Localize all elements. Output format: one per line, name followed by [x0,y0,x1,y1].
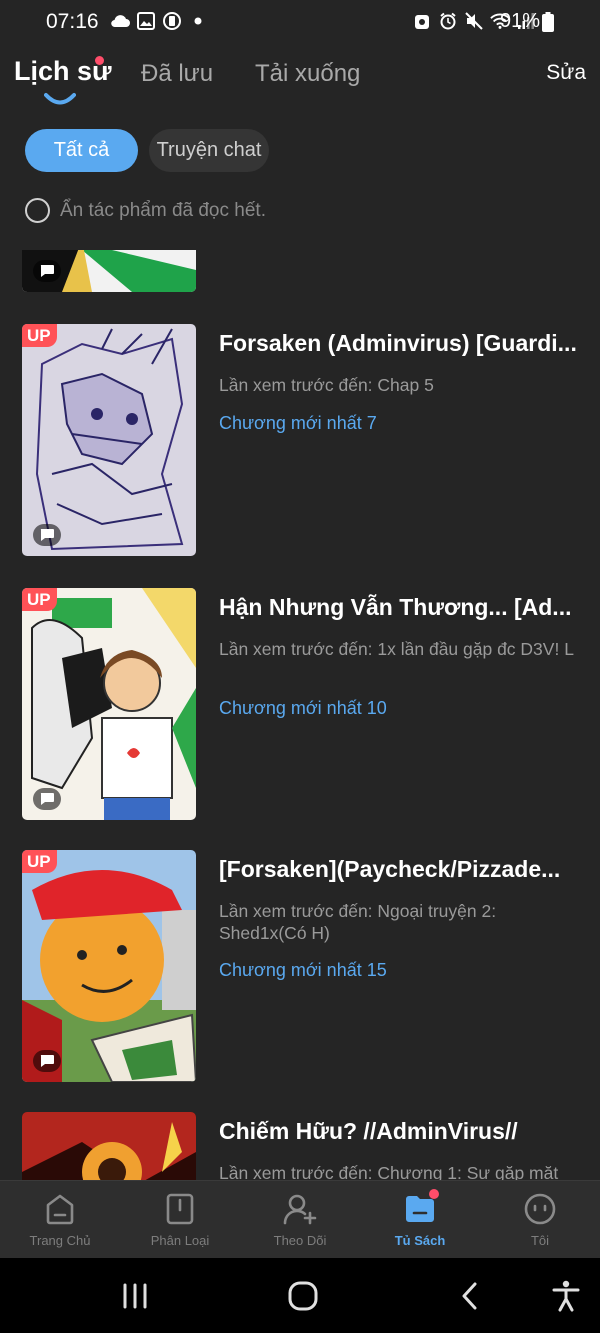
latest-chapter-link[interactable]: Chương mới nhất 15 [219,960,387,981]
follow-icon [240,1189,360,1229]
nav-home[interactable]: Trang Chủ [0,1189,120,1248]
item-title[interactable]: [Forsaken](Paycheck/Pizzade... [219,856,584,883]
hide-read-toggle[interactable]: Ẩn tác phẩm đã đọc hết. [25,198,266,223]
mute-icon [464,11,484,31]
home-icon [0,1189,120,1229]
nav-follow[interactable]: Theo Dõi [240,1189,360,1248]
notification-dot [95,56,104,65]
chat-bubble-icon [33,260,61,282]
nav-label: Tôi [530,1233,550,1248]
last-read: Lần xem trước đến: Chap 5 [219,375,434,395]
filter-chat-stories[interactable]: Truyện chat [149,129,269,172]
cover-image: UP [22,588,196,820]
chat-bubble-icon [33,788,61,810]
nav-label: Tủ Sách [394,1233,446,1248]
tab-active-indicator [44,93,76,105]
status-time: 07:16 [46,10,99,33]
latest-chapter-link[interactable]: Chương mới nhất 7 [219,413,377,434]
latest-chapter-link[interactable]: Chương mới nhất 10 [219,698,387,719]
dot-icon [188,11,208,31]
nav-profile[interactable]: Tôi [480,1189,600,1248]
item-title[interactable]: Chiếm Hữu? //AdminVirus// [219,1118,584,1145]
history-list[interactable]: UP Forsaken (Adminvirus) [Guardi... Lần … [0,250,600,1180]
chat-bubble-icon [33,1050,61,1072]
nav-label: Theo Dõi [273,1233,327,1248]
screenshot-icon [162,11,182,31]
chat-bubble-icon [33,524,61,546]
battery-icon [542,12,554,37]
up-badge: UP [22,588,57,611]
bottom-navigation: Trang Chủ Phân Loại Theo Dõi Tủ Sách Tôi [0,1180,600,1258]
category-icon [120,1189,240,1229]
hide-read-label: Ẩn tác phẩm đã đọc hết. [60,199,266,221]
nav-category[interactable]: Phân Loại [120,1189,240,1248]
profile-icon [480,1189,600,1229]
list-item[interactable]: UP [Forsaken](Paycheck/Pizzade... Lần xe… [0,850,600,1082]
up-badge: UP [22,324,57,347]
recent-apps-icon[interactable] [115,1278,155,1314]
item-title[interactable]: Hận Nhưng Vẫn Thương... [Ad... [219,594,584,621]
gallery-icon [136,11,156,31]
back-icon[interactable] [450,1278,490,1314]
cover-image: UP [22,324,196,556]
item-title[interactable]: Forsaken (Adminvirus) [Guardi... [219,330,584,357]
filter-all[interactable]: Tất cả [25,129,138,172]
top-tabs: Lịch sử Đã lưu Tải xuống Sửa [0,56,600,106]
cover-image: UP [22,850,196,1082]
list-item[interactable]: UP Forsaken (Adminvirus) [Guardi... Lần … [0,324,600,556]
last-read: Lần xem trước đến: Ngoại truyện 2: Shed1… [219,901,497,943]
notification-dot [429,1189,439,1199]
list-item[interactable]: UP Hận Nhưng Vẫn Thương... [Ad... Lần xe… [0,588,600,820]
cloud-icon [110,11,130,31]
system-navigation-bar [0,1258,600,1333]
bookshelf-icon [360,1189,480,1229]
battery-level: 91% [499,10,540,32]
nav-bookshelf[interactable]: Tủ Sách [360,1189,480,1248]
radio-button[interactable] [25,198,50,223]
tab-saved[interactable]: Đã lưu [141,60,213,88]
recycle-icon [412,11,432,31]
tab-downloads[interactable]: Tải xuống [255,60,360,88]
accessibility-icon[interactable] [546,1278,586,1314]
last-read: Lần xem trước đến: 1x lần đầu gặp đc D3V… [219,639,574,659]
list-item[interactable]: Chiếm Hữu? //AdminVirus// Lần xem trước … [0,1112,600,1180]
list-item[interactable] [0,250,600,292]
nav-label: Trang Chủ [29,1233,91,1248]
alarm-icon [438,11,458,31]
last-read: Lần xem trước đến: Chương 1: Sự gặp mặt [219,1163,559,1180]
edit-button[interactable]: Sửa [546,61,586,85]
home-button-icon[interactable] [283,1278,323,1314]
status-bar: 07:16 91% [0,0,600,44]
cover-image [22,1112,196,1180]
up-badge: UP [22,850,57,873]
nav-label: Phân Loại [150,1233,210,1248]
cover-image [22,250,196,292]
